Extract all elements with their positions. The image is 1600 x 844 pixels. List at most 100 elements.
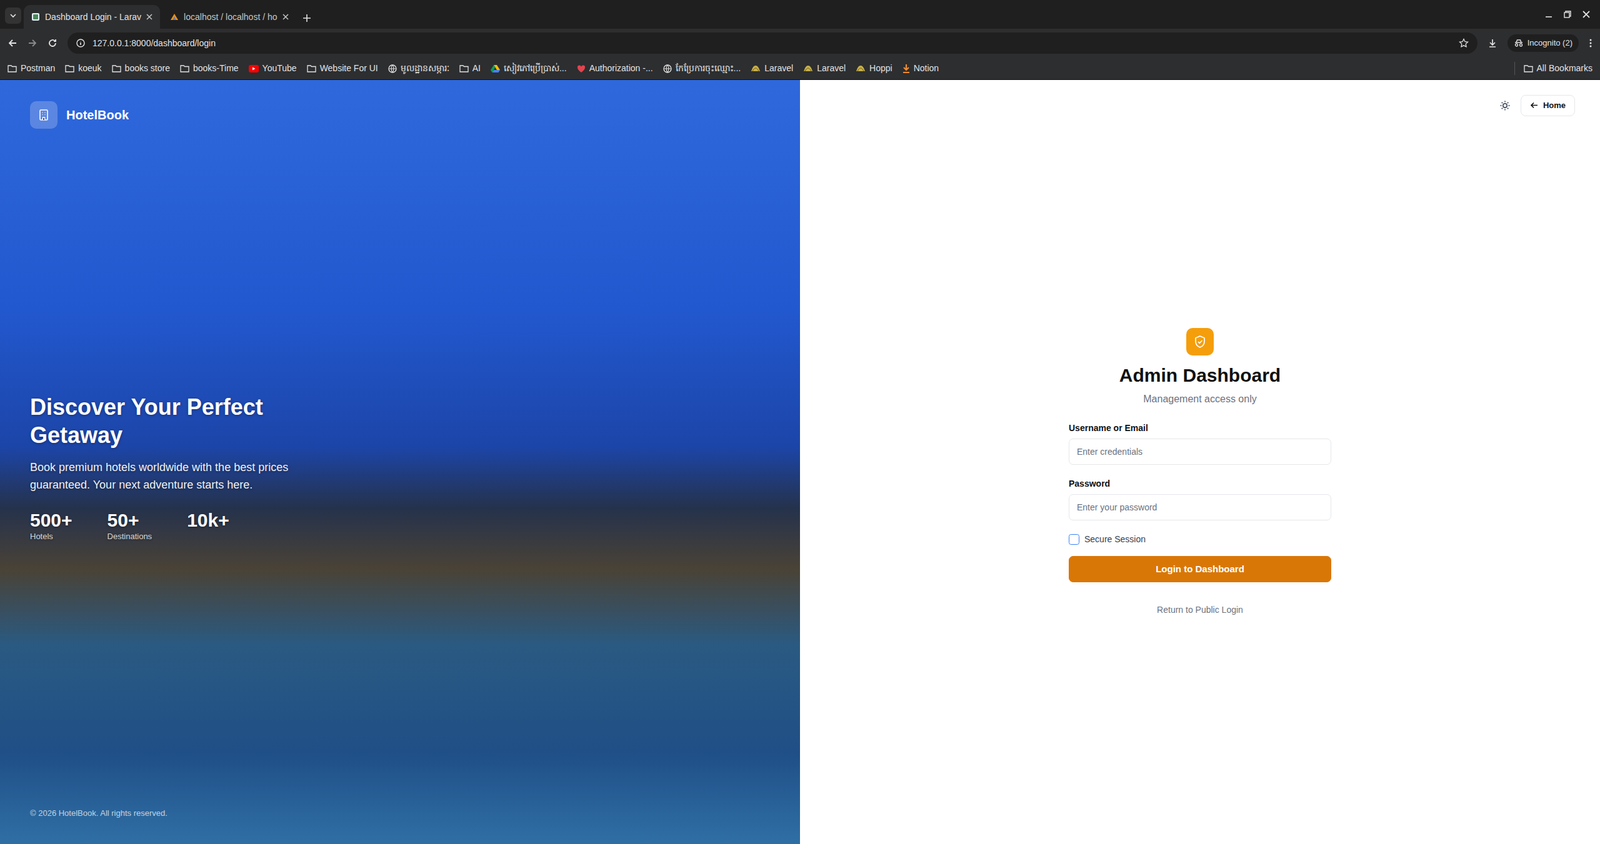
stat-value: 500+ (30, 510, 73, 531)
bookmarks-bar: Postman koeuk books store books-Time YouTube… (0, 57, 1600, 80)
brand-name: HotelBook (66, 105, 129, 125)
close-tab-icon (282, 13, 289, 20)
bookmark-label: YouTube (262, 61, 297, 75)
secure-session[interactable]: Secure Session (1068, 533, 1332, 547)
toolbar: 127.0.0.1:8000/dashboard/login Incognito… (0, 28, 1600, 58)
bookmark[interactable]: AI (459, 61, 481, 75)
hero-stat: 500+Hotels (30, 510, 73, 544)
stat-value: 10k+ (186, 510, 230, 531)
bookmark[interactable]: សៀវភៅប្រើប្រាស់... (490, 61, 567, 75)
bookmark-label: Authorization -... (589, 61, 654, 75)
login-form: Admin Dashboard Management access only U… (1068, 328, 1332, 617)
laravel-icon (855, 65, 866, 73)
bookmark-label: books store (125, 61, 170, 75)
bookmark-label: Hoppi (869, 61, 893, 75)
username-input[interactable] (1068, 438, 1332, 465)
folder-icon (7, 64, 17, 73)
address-bar[interactable]: 127.0.0.1:8000/dashboard/login (67, 32, 1478, 54)
bookmark[interactable]: កែប្រែការចុះឈ្មោះ... (663, 61, 742, 75)
sun-icon[interactable] (1499, 100, 1511, 112)
bookmark[interactable]: Website For UI (306, 61, 379, 75)
bookmark[interactable]: Laravel (803, 61, 846, 75)
bookmark[interactable]: Authorization -... (576, 61, 654, 75)
hero-content: Discover Your Perfect Getaway Book premi… (30, 393, 770, 544)
hero-stats: 500+Hotels 50+Destinations 10k+ (30, 510, 770, 544)
minimize-icon[interactable] (1545, 10, 1553, 19)
page: HotelBook Discover Your Perfect Getaway … (0, 80, 1600, 844)
bookmark-label: AI (472, 61, 481, 75)
window-controls (1545, 0, 1595, 29)
bookmark[interactable]: Laravel (750, 61, 794, 75)
login-fields: Username or EmailPassword (1068, 421, 1332, 521)
star-icon[interactable] (1458, 38, 1469, 49)
bookmark-label: Website For UI (320, 61, 379, 75)
logo[interactable]: HotelBook (30, 101, 770, 129)
tab-label: localhost / localhost / ho (183, 10, 277, 24)
bookmark[interactable]: មូលដ្ឋានសម្ភារៈ (388, 61, 450, 75)
building-icon (30, 101, 58, 129)
folder-icon (65, 64, 75, 73)
tabs: Dashboard Login - Larav localhost / local… (5, 5, 1543, 29)
password-input[interactable] (1068, 494, 1332, 521)
copyright: © 2026 HotelBook. All rights reserved. (30, 807, 770, 820)
login-title: Admin Dashboard (1068, 364, 1332, 387)
login-button[interactable]: Login to Dashboard (1068, 556, 1332, 583)
incognito-icon (1513, 39, 1524, 47)
bookmark[interactable]: YouTube (248, 61, 297, 75)
tab-search-icon[interactable] (5, 7, 22, 24)
folder-icon (306, 64, 317, 73)
browser-tab[interactable]: Dashboard Login - Larav (23, 5, 160, 29)
home-label: Home (1543, 99, 1566, 112)
notion-icon (902, 64, 910, 74)
incognito-badge[interactable]: Incognito (2) (1507, 34, 1579, 52)
top-actions: Home (825, 95, 1575, 117)
hero-stat: 10k+ (186, 510, 230, 544)
bookmark-label: កែប្រែការចុះឈ្មោះ... (675, 61, 742, 75)
laravel-icon (750, 65, 761, 73)
tab-label: Dashboard Login - Larav (45, 10, 142, 24)
bookmark[interactable]: Hoppi (855, 61, 893, 75)
hero-title: Discover Your Perfect Getaway (30, 393, 324, 450)
address-text[interactable]: 127.0.0.1:8000/dashboard/login (92, 36, 1452, 50)
bookmark-label: Laravel (816, 61, 846, 75)
bookmark[interactable]: Postman (7, 61, 55, 75)
bookmark-label: koeuk (78, 61, 102, 75)
login-area: Admin Dashboard Management access only U… (825, 116, 1575, 830)
reload-icon[interactable] (47, 38, 58, 49)
bookmark-label: Postman (20, 61, 55, 75)
download-icon[interactable] (1487, 38, 1498, 49)
folder-icon (111, 64, 122, 73)
new-tab-icon[interactable] (302, 13, 312, 23)
secure-session-label: Secure Session (1084, 533, 1146, 547)
login-subtitle: Management access only (1068, 391, 1332, 407)
bookmark[interactable]: books store (111, 61, 170, 75)
auth-panel: Home Admin Dashboard Management access o… (800, 80, 1600, 844)
browser-tab[interactable]: localhost / localhost / ho (162, 5, 296, 29)
stat-value: 50+ (107, 510, 153, 531)
hero-stat: 50+Destinations (107, 510, 153, 544)
close-tab-icon (146, 13, 153, 20)
menu-icon[interactable] (1588, 38, 1593, 49)
folder-icon (1523, 64, 1534, 73)
bookmark[interactable]: Notion (902, 61, 939, 75)
drive-icon (490, 64, 500, 73)
bookmark[interactable]: books-Time (180, 61, 239, 75)
bookmark-label: មូលដ្ឋានសម្ភារៈ (400, 61, 450, 75)
public-login-link[interactable]: Return to Public Login (1068, 603, 1332, 617)
all-bookmarks[interactable]: All Bookmarks (1514, 61, 1593, 75)
globe-icon (388, 64, 397, 74)
shield-icon (1186, 328, 1214, 356)
favicon-icon (170, 12, 179, 22)
site-info-icon[interactable] (76, 38, 85, 48)
home-button[interactable]: Home (1520, 95, 1575, 117)
stat-label: Destinations (107, 530, 153, 544)
forward-icon[interactable] (27, 38, 38, 49)
close-window-icon[interactable] (1582, 10, 1590, 19)
restore-icon[interactable] (1563, 10, 1572, 19)
hero-panel: HotelBook Discover Your Perfect Getaway … (0, 80, 800, 844)
bookmark-label: Notion (913, 61, 939, 75)
secure-session-checkbox[interactable] (1068, 534, 1080, 545)
bookmark[interactable]: koeuk (65, 61, 102, 75)
hero-text: Book premium hotels worldwide with the b… (30, 459, 343, 495)
back-icon[interactable] (7, 38, 18, 49)
